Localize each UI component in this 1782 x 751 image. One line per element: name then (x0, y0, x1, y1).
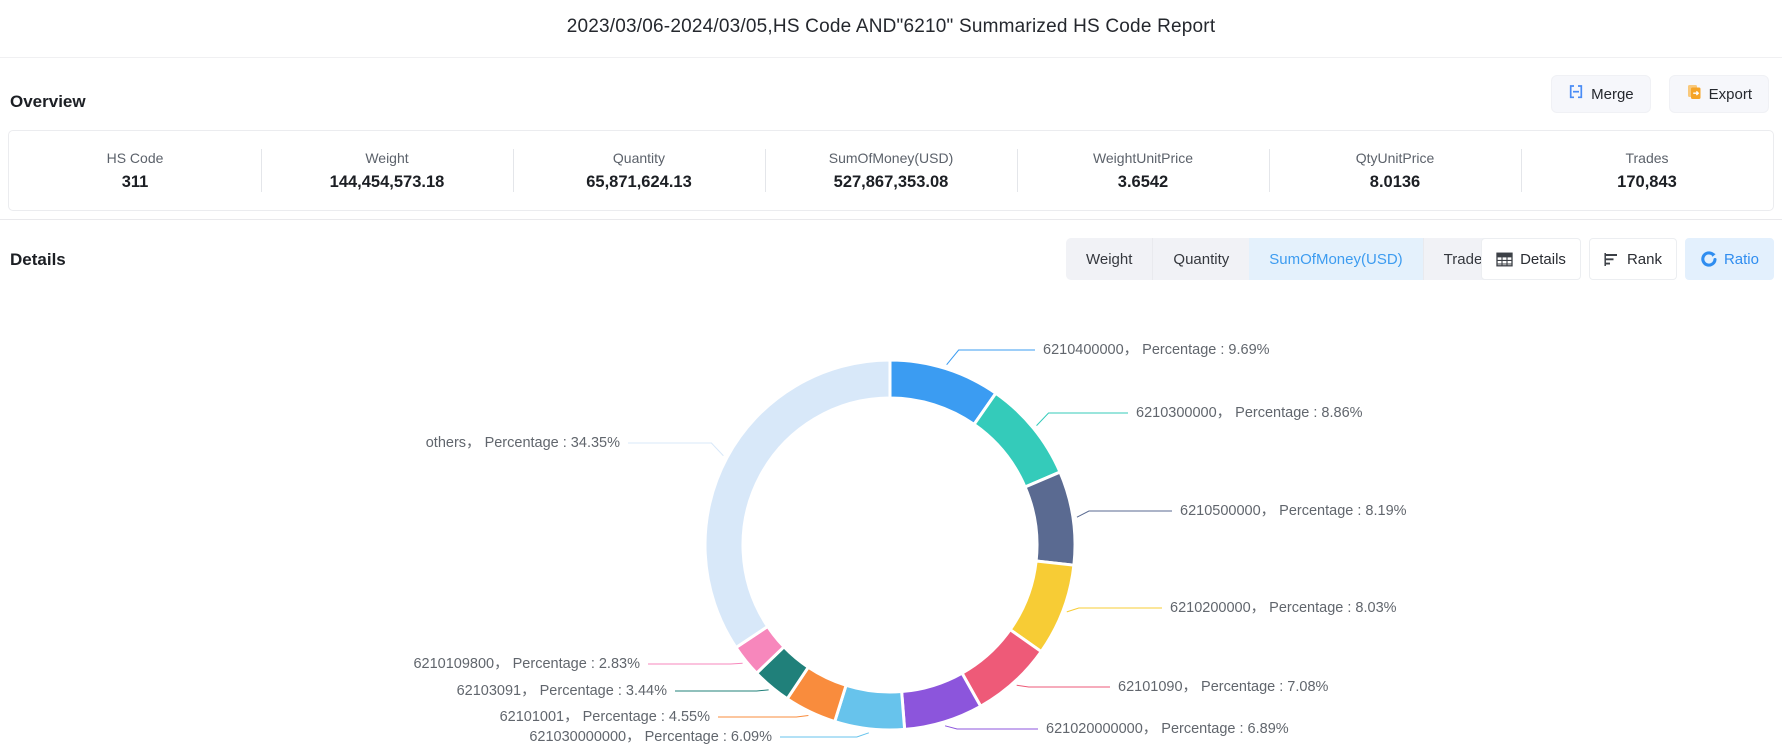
overview-heading: Overview (10, 92, 86, 112)
stat-value: 311 (122, 173, 149, 192)
stat-label: SumOfMoney(USD) (829, 150, 953, 166)
stat-label: HS Code (107, 150, 164, 166)
pie-slice-6210300000[interactable] (974, 393, 1060, 487)
pie-label-6210300000: 6210300000， Percentage : 8.86% (1136, 405, 1363, 421)
pie-label-6210400000: 6210400000， Percentage : 9.69% (1043, 342, 1270, 358)
pie-label-62101001: 62101001， Percentage : 4.55% (500, 709, 711, 725)
header-actions: Merge Export (1551, 75, 1769, 113)
donut-chart: 6210400000， Percentage : 9.69% 6210300000… (0, 280, 1782, 751)
metric-tab-group: WeightQuantitySumOfMoney(USD)Trades (1066, 238, 1510, 280)
stat-item-hs-code: HS Code 311 (9, 131, 261, 210)
export-button-label: Export (1709, 86, 1752, 103)
view-button-label: Details (1520, 251, 1566, 268)
stat-value: 8.0136 (1370, 173, 1420, 192)
pie-leader-line (628, 443, 723, 456)
stat-item-weightunitprice: WeightUnitPrice 3.6542 (1017, 131, 1269, 210)
tab-weight[interactable]: Weight (1066, 238, 1152, 280)
pie-label-6210500000: 6210500000， Percentage : 8.19% (1180, 503, 1407, 519)
pie-leader-line (718, 715, 808, 717)
view-button-group: Details Rank Ratio (1481, 238, 1774, 280)
pie-label-others: others， Percentage : 34.35% (426, 435, 620, 451)
pie-leader-line (648, 663, 743, 664)
page-title: 2023/03/06-2024/03/05,HS Code AND"6210" … (0, 16, 1782, 38)
table-icon (1496, 252, 1513, 267)
stat-item-weight: Weight 144,454,573.18 (261, 131, 513, 210)
pie-leader-line (1017, 685, 1110, 687)
details-divider (0, 219, 1782, 220)
export-button[interactable]: Export (1669, 75, 1769, 113)
stat-item-trades: Trades 170,843 (1521, 131, 1773, 210)
pie-slice-others[interactable] (705, 360, 890, 648)
pie-leader-line (675, 690, 769, 691)
pie-leader-line (945, 726, 1038, 729)
stat-item-sumofmoney-usd: SumOfMoney(USD) 527,867,353.08 (765, 131, 1017, 210)
rank-icon (1604, 252, 1620, 267)
details-button[interactable]: Details (1481, 238, 1581, 280)
export-icon (1686, 84, 1702, 104)
title-divider (0, 57, 1782, 58)
merge-button-label: Merge (1591, 86, 1634, 103)
view-button-label: Ratio (1724, 251, 1759, 268)
stat-value: 65,871,624.13 (586, 173, 692, 192)
stat-value: 144,454,573.18 (330, 173, 445, 192)
stat-value: 3.6542 (1118, 173, 1168, 192)
stat-label: QtyUnitPrice (1356, 150, 1435, 166)
stat-value: 527,867,353.08 (834, 173, 949, 192)
stat-value: 170,843 (1617, 173, 1677, 192)
ratio-icon (1700, 251, 1717, 268)
rank-button[interactable]: Rank (1589, 238, 1677, 280)
stat-label: Quantity (613, 150, 665, 166)
pie-label-6210200000: 6210200000， Percentage : 8.03% (1170, 600, 1397, 616)
pie-slice-6210500000[interactable] (1025, 472, 1075, 565)
pie-leader-line (947, 350, 1035, 365)
pie-label-6210109800: 6210109800， Percentage : 2.83% (413, 656, 640, 672)
tab-quantity[interactable]: Quantity (1152, 238, 1249, 280)
stat-label: WeightUnitPrice (1093, 150, 1193, 166)
details-heading: Details (10, 250, 66, 270)
merge-button[interactable]: Merge (1551, 75, 1651, 113)
pie-leader-line (1067, 608, 1162, 612)
stat-item-quantity: Quantity 65,871,624.13 (513, 131, 765, 210)
tab-sumofmoney-usd[interactable]: SumOfMoney(USD) (1249, 238, 1422, 280)
overview-stats-card: HS Code 311 Weight 144,454,573.18 Quantity 65… (8, 130, 1774, 211)
ratio-button[interactable]: Ratio (1685, 238, 1774, 280)
stat-label: Trades (1625, 150, 1668, 166)
stat-item-qtyunitprice: QtyUnitPrice 8.0136 (1269, 131, 1521, 210)
pie-label-62101090: 62101090， Percentage : 7.08% (1118, 679, 1329, 695)
pie-leader-line (1077, 511, 1172, 517)
pie-label-621020000000: 621020000000， Percentage : 6.89% (1046, 721, 1289, 737)
pie-leader-line (1037, 413, 1128, 426)
pie-label-621030000000: 621030000000， Percentage : 6.09% (529, 729, 772, 745)
view-button-label: Rank (1627, 251, 1662, 268)
pie-leader-line (780, 733, 869, 737)
merge-icon (1568, 84, 1584, 104)
pie-label-62103091: 62103091， Percentage : 3.44% (457, 683, 668, 699)
stat-label: Weight (365, 150, 408, 166)
